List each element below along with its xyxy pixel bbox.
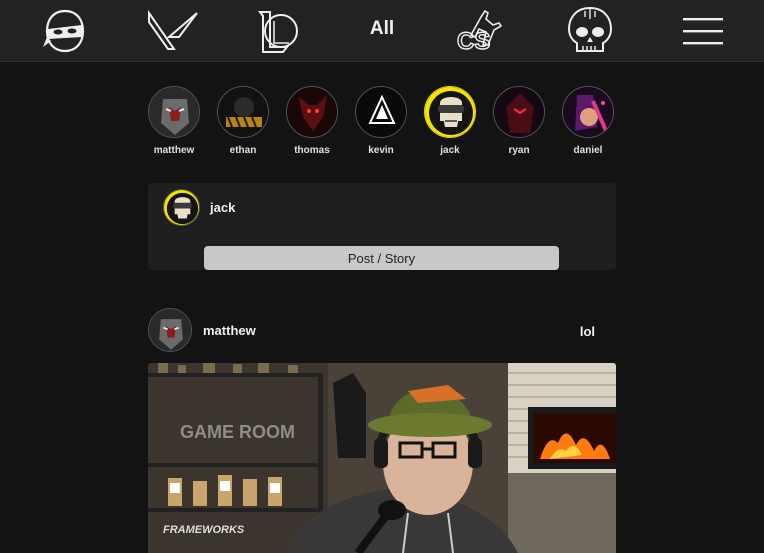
hamburger-menu-icon[interactable] (682, 5, 724, 57)
post-story-button[interactable]: Post / Story (204, 246, 559, 270)
story-username: daniel (573, 145, 603, 156)
counter-strike-logo-icon[interactable]: CS (454, 5, 518, 57)
post-caption: lol (579, 324, 595, 339)
story-username: jack (440, 145, 460, 156)
avatar (286, 86, 338, 138)
svg-text:FRAMEWORKS: FRAMEWORKS (163, 524, 245, 536)
avatar (424, 86, 476, 138)
post-username[interactable]: matthew (203, 323, 256, 338)
valorant-logo-icon[interactable] (145, 5, 201, 57)
avatar[interactable] (148, 308, 192, 352)
story-username: thomas (294, 145, 330, 156)
avatar (562, 86, 614, 138)
svg-text:GAME ROOM: GAME ROOM (180, 422, 295, 442)
story-kevin[interactable]: kevin (351, 86, 411, 156)
nav-all-tab[interactable]: All (360, 18, 404, 40)
league-of-legends-logo-icon[interactable] (256, 5, 302, 57)
story-username: ryan (508, 145, 530, 156)
story-matthew[interactable]: matthew (144, 86, 204, 156)
avatar (493, 86, 545, 138)
story-username: kevin (368, 145, 394, 156)
top-nav-bar: All CS (0, 0, 764, 62)
story-jack[interactable]: jack (420, 86, 480, 156)
avatar (355, 86, 407, 138)
story-username: matthew (153, 145, 195, 156)
story-username: ethan (229, 145, 257, 156)
skull-headset-icon[interactable] (562, 5, 618, 57)
story-daniel[interactable]: daniel (558, 86, 618, 156)
avatar[interactable] (163, 189, 200, 226)
story-ryan[interactable]: ryan (489, 86, 549, 156)
avatar (217, 86, 269, 138)
post-header: matthew lol (148, 308, 616, 354)
composer-username: jack (210, 200, 236, 215)
story-ethan[interactable]: ethan (213, 86, 273, 156)
ninja-mask-icon[interactable] (42, 5, 88, 57)
post-image[interactable]: GAME ROOM FRAMEWORKS (148, 363, 616, 553)
post-composer: jack Post / Story (148, 183, 616, 270)
story-thomas[interactable]: thomas (282, 86, 342, 156)
stories-row: matthew ethan thomas kevin jack ryan dan… (140, 86, 624, 158)
avatar (148, 86, 200, 138)
